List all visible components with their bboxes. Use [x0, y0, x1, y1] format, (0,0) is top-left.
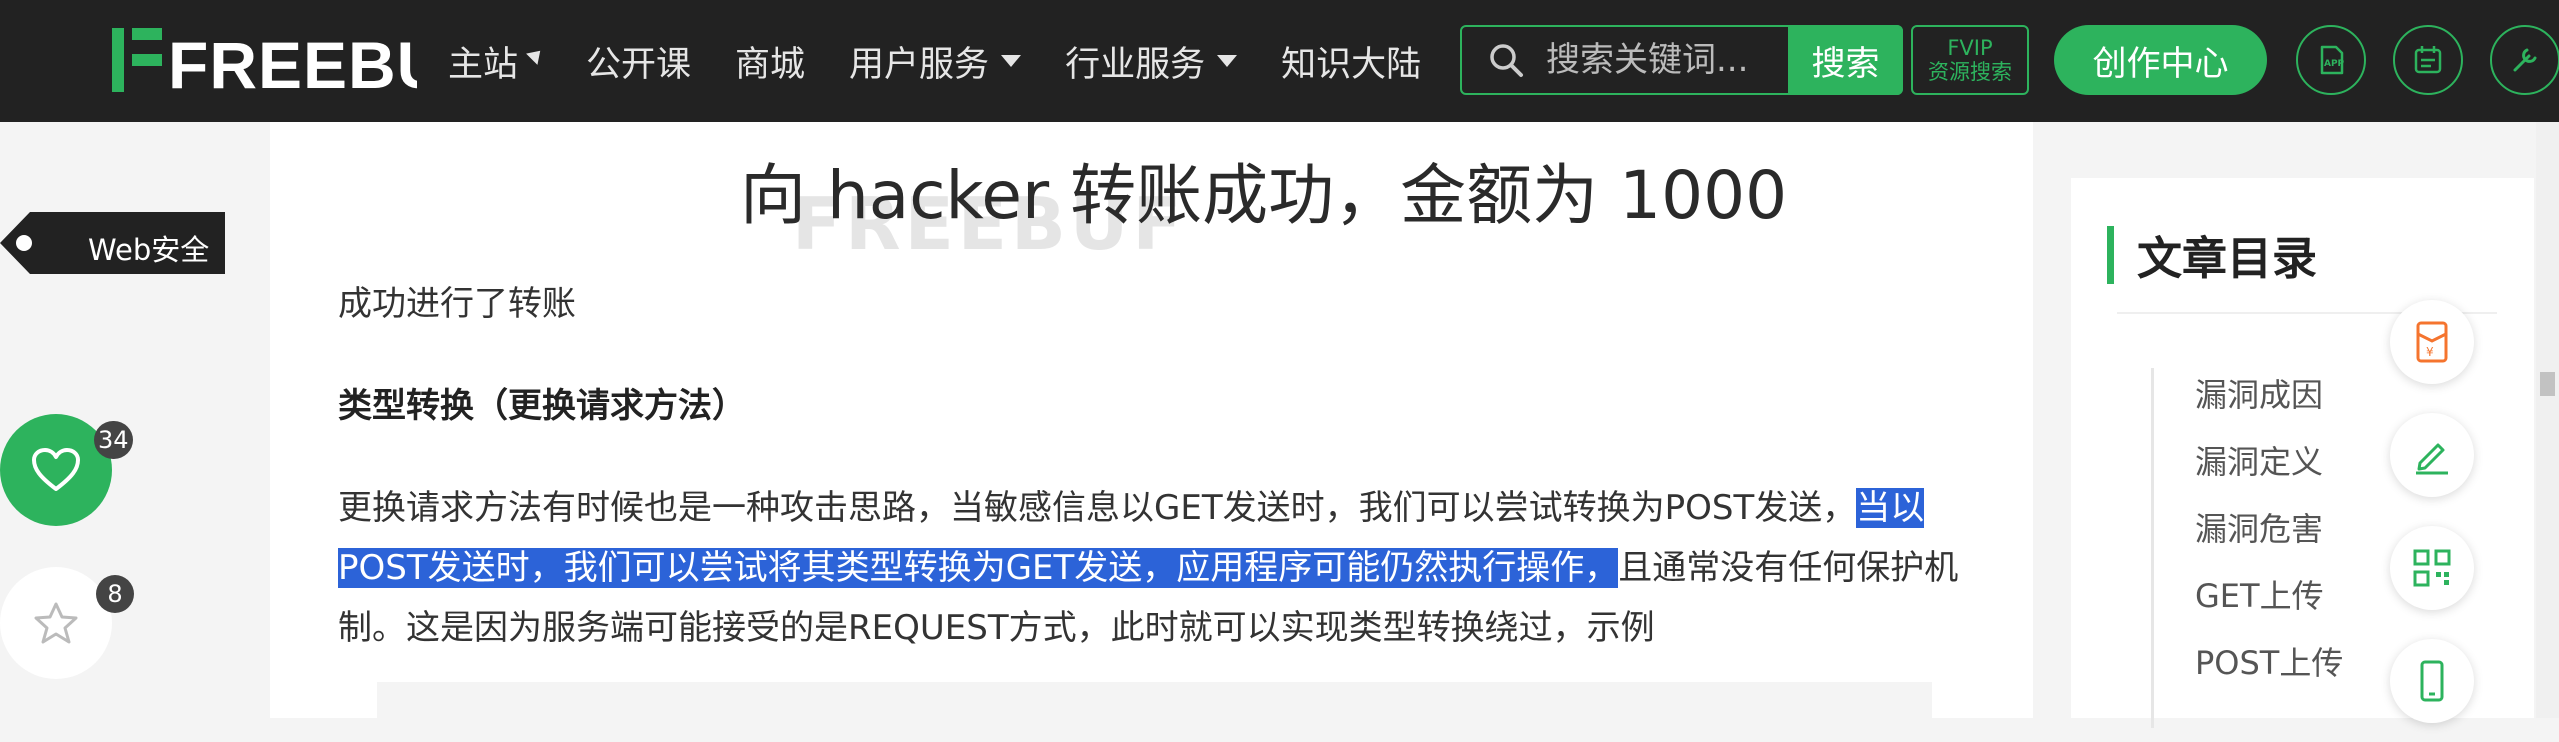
creator-center-button[interactable]: 创作中心 — [2054, 25, 2267, 95]
top-navigation-bar: FREEBUF 主站 公开课 商城 用户服务 行业服务 知识大陆 — [0, 0, 2559, 122]
selected-text: 当以 — [1856, 488, 1925, 528]
search-input[interactable] — [1544, 39, 1803, 81]
nav-label: 知识大陆 — [1281, 44, 1422, 85]
nav-item-mall[interactable]: 商城 — [735, 36, 805, 87]
edit-icon[interactable] — [2390, 413, 2474, 497]
nav-label: 行业服务 — [1065, 44, 1206, 85]
scrollbar-thumb[interactable] — [2540, 372, 2555, 396]
search-icon — [1490, 44, 1523, 77]
code-block — [377, 682, 1932, 742]
app-icon[interactable]: APP — [2296, 25, 2366, 95]
freebuf-logo[interactable]: FREEBUF — [112, 26, 417, 94]
page-scrollbar[interactable] — [2536, 122, 2559, 718]
right-caret-icon — [526, 45, 546, 65]
selected-text: POST发送时，我们可以尝试将其类型转换为GET发送，应用程序可能仍然执行操作， — [338, 548, 1619, 588]
red-envelope-icon[interactable]: ¥ — [2390, 300, 2474, 384]
svg-text:APP: APP — [2324, 59, 2345, 69]
toc-item[interactable]: 漏洞定义 — [2195, 437, 2323, 483]
toc-rail — [2151, 368, 2154, 728]
text-span: 更换请求方法有时候也是一种攻击思路，当敏感信息以GET发送时，我们可以尝试转换为… — [338, 488, 1857, 528]
article-body: FREEBUF 向 hacker 转账成功，金额为 1000 成功进行了转账 类… — [270, 122, 2033, 742]
fvip-label: FVIP — [1947, 36, 1993, 60]
paragraph-line: POST发送时，我们可以尝试将其类型转换为GET发送，应用程序可能仍然执行操作，… — [338, 540, 1958, 589]
like-count-badge: 34 — [94, 421, 133, 459]
search-bar: 搜索 — [1460, 25, 1903, 95]
paragraph: 成功进行了转账 — [338, 284, 576, 324]
toc-accent-bar — [2107, 226, 2114, 284]
tools-icon[interactable] — [2490, 25, 2559, 95]
toc-item[interactable]: 漏洞成因 — [2195, 370, 2323, 416]
nav-label: 商城 — [735, 44, 806, 85]
qrcode-icon[interactable] — [2390, 526, 2474, 610]
toc-item[interactable]: POST上传 — [2195, 638, 2343, 684]
fvip-sublabel: 资源搜索 — [1928, 60, 2012, 84]
svg-text:¥: ¥ — [2426, 345, 2434, 359]
nav-label: 用户服务 — [849, 44, 990, 85]
nav-item-user-services[interactable]: 用户服务 — [849, 36, 1022, 87]
nav-item-main-site[interactable]: 主站 — [448, 36, 546, 87]
nav-item-industry-services[interactable]: 行业服务 — [1065, 36, 1238, 87]
article-image-caption: 向 hacker 转账成功，金额为 1000 — [740, 157, 1788, 234]
logo-text: FREEBUF — [168, 28, 417, 94]
search-button[interactable]: 搜索 — [1788, 25, 1903, 95]
category-tag-label: Web安全 — [88, 233, 210, 267]
nav-label: 公开课 — [586, 44, 692, 85]
chevron-down-icon — [1001, 55, 1022, 67]
nav-item-open-course[interactable]: 公开课 — [586, 36, 691, 87]
nav-label: 主站 — [448, 44, 519, 85]
text-span: 且通常没有任何保护机 — [1618, 548, 1959, 588]
calendar-icon[interactable] — [2393, 25, 2463, 95]
favorite-button[interactable] — [0, 567, 112, 679]
main-nav: 主站 公开课 商城 用户服务 行业服务 知识大陆 — [448, 0, 1465, 122]
star-icon — [34, 602, 78, 644]
fvip-resource-search-button[interactable]: FVIP 资源搜索 — [1911, 25, 2029, 95]
toc-item[interactable]: 漏洞危害 — [2195, 504, 2323, 550]
section-heading: 类型转换（更换请求方法） — [338, 386, 746, 426]
mobile-icon[interactable] — [2390, 639, 2474, 723]
heart-icon — [32, 448, 80, 491]
nav-item-knowledge-continent[interactable]: 知识大陆 — [1281, 36, 1421, 87]
chevron-down-icon — [1217, 55, 1238, 67]
favorite-count-badge: 8 — [96, 575, 134, 613]
paragraph-line: 更换请求方法有时候也是一种攻击思路，当敏感信息以GET发送时，我们可以尝试转换为… — [338, 480, 1925, 529]
toc-title: 文章目录 — [2137, 232, 2318, 285]
toc-item[interactable]: GET上传 — [2195, 571, 2324, 617]
paragraph-line: 制。这是因为服务端可能接受的是REQUEST方式，此时就可以实现类型转换绕过，示… — [338, 608, 1655, 648]
